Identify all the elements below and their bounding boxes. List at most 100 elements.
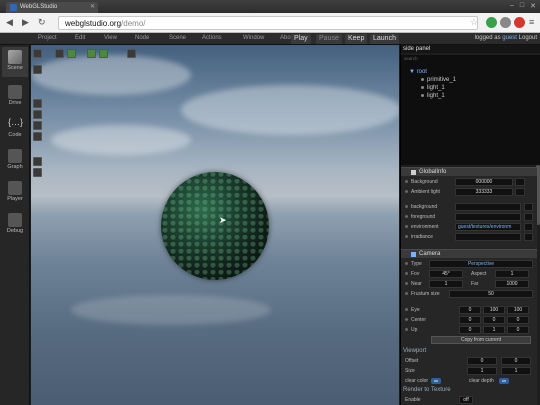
menu-item-view[interactable]: View: [104, 35, 135, 41]
tree-node[interactable]: light_1: [421, 93, 445, 99]
offset-x-field[interactable]: 0: [467, 357, 497, 365]
up-y-field[interactable]: 1: [483, 326, 505, 334]
scale-icon[interactable]: [33, 121, 42, 130]
url-field[interactable]: webglstudio.org/demo/: [58, 16, 478, 30]
menu-item-project[interactable]: Project: [38, 35, 75, 41]
tools-icon[interactable]: [33, 157, 42, 166]
ambient-color-field[interactable]: 333333: [455, 188, 513, 196]
section-globalinfo[interactable]: GlobalInfo: [401, 167, 537, 176]
camera-type-select[interactable]: Perspective: [429, 260, 533, 268]
color-picker-icon[interactable]: [515, 188, 525, 196]
color-picker-icon[interactable]: [515, 178, 525, 186]
clear-depth-toggle[interactable]: on: [499, 378, 509, 384]
sky-cloud: [181, 85, 399, 135]
adblock-icon[interactable]: [514, 17, 525, 28]
prop-dot-icon: [405, 292, 408, 295]
scene-viewport[interactable]: ➤: [31, 45, 399, 405]
user-name[interactable]: guest: [502, 35, 517, 41]
up-x-field[interactable]: 0: [459, 326, 481, 334]
leftbar-item-debug[interactable]: Debug: [2, 213, 28, 239]
player-icon: [8, 181, 22, 195]
chrome-menu-icon[interactable]: ≡: [529, 17, 534, 27]
fov-field[interactable]: 45°: [429, 270, 463, 278]
menu-item-actions[interactable]: Actions: [202, 35, 243, 41]
leftbar-item-graph[interactable]: Graph: [2, 149, 28, 175]
edit-icon[interactable]: [127, 49, 136, 58]
section-camera[interactable]: Camera: [401, 249, 537, 258]
menu-item-node[interactable]: Node: [135, 35, 169, 41]
extension-gray-icon[interactable]: [500, 17, 511, 28]
eye-x-field[interactable]: 0: [459, 306, 481, 314]
clear-color-toggle[interactable]: on: [431, 378, 441, 384]
extension-green-icon[interactable]: [486, 17, 497, 28]
leftbar-label: Graph: [7, 164, 23, 170]
paint-icon[interactable]: [33, 168, 42, 177]
far-field[interactable]: 1000: [495, 280, 529, 288]
bookmark-star-icon[interactable]: ☆: [470, 17, 478, 28]
center-y-field[interactable]: 0: [483, 316, 505, 324]
tree-node[interactable]: light_1: [421, 85, 445, 91]
move-mode-icon[interactable]: [87, 49, 96, 58]
logout-link[interactable]: Logout: [519, 35, 537, 41]
leftbar-item-scene[interactable]: Scene: [2, 47, 28, 77]
browse-button[interactable]: [524, 213, 533, 221]
leftbar-item-drive[interactable]: Drive: [2, 85, 28, 111]
leftbar-item-player[interactable]: Player: [2, 181, 28, 207]
browse-button[interactable]: [524, 223, 533, 231]
tab-close-icon[interactable]: ✕: [90, 3, 95, 10]
offset-y-field[interactable]: 0: [501, 357, 531, 365]
eye-z-field[interactable]: 100: [507, 306, 529, 314]
snap-icon[interactable]: [33, 132, 42, 141]
eye-y-field[interactable]: 100: [483, 306, 505, 314]
back-icon[interactable]: ◀: [6, 17, 13, 28]
record-icon[interactable]: [33, 49, 42, 58]
browse-button[interactable]: [524, 203, 533, 211]
browse-button[interactable]: [524, 233, 533, 241]
center-z-field[interactable]: 0: [507, 316, 529, 324]
prop-label: irradiance: [411, 234, 433, 240]
browser-tab[interactable]: WebGLStudio ✕: [6, 2, 98, 13]
texture-field[interactable]: [455, 203, 521, 211]
rotate-icon[interactable]: [33, 110, 42, 119]
size-y-field[interactable]: 1: [501, 367, 531, 375]
keep-button[interactable]: Keep: [345, 34, 368, 44]
size-x-field[interactable]: 1: [467, 367, 497, 375]
near-field[interactable]: 1: [429, 280, 463, 288]
prop-dot-icon: [405, 225, 408, 228]
prop-dot-icon: [405, 318, 408, 321]
cube-icon: [8, 50, 22, 64]
forward-icon[interactable]: ▶: [22, 17, 29, 28]
texture-field[interactable]: [455, 233, 521, 241]
background-color-field[interactable]: 000000: [455, 178, 513, 186]
rtt-enable-toggle[interactable]: off: [459, 396, 473, 404]
select-mode-icon[interactable]: [67, 49, 76, 58]
minimize-icon[interactable]: –: [510, 2, 514, 10]
camera-icon[interactable]: [55, 49, 64, 58]
up-z-field[interactable]: 0: [507, 326, 529, 334]
tree-node[interactable]: primitive_1: [421, 77, 456, 83]
menu-item-window[interactable]: Window: [243, 35, 280, 41]
tree-search[interactable]: search: [401, 55, 540, 62]
frustum-size-field[interactable]: 50: [449, 290, 533, 298]
close-window-icon[interactable]: ✕: [530, 2, 536, 10]
copy-from-current-button[interactable]: Copy from current: [431, 336, 531, 344]
rotate-mode-icon[interactable]: [99, 49, 108, 58]
aspect-field[interactable]: 1: [495, 270, 529, 278]
texture-field[interactable]: [455, 213, 521, 221]
play-button[interactable]: Play: [291, 34, 311, 44]
reload-icon[interactable]: ↻: [38, 17, 46, 28]
wrench-icon[interactable]: [33, 65, 42, 74]
pause-button[interactable]: Pause: [316, 34, 342, 44]
launch-button[interactable]: Launch: [370, 34, 399, 44]
leftbar-item-code[interactable]: {…} Code: [2, 117, 28, 143]
prop-label: Offset: [405, 358, 419, 364]
environment-texture-field[interactable]: guest/textures/environm: [455, 223, 521, 231]
maximize-icon[interactable]: □: [520, 2, 524, 10]
menu-item-edit[interactable]: Edit: [75, 35, 104, 41]
hierarchy-icon[interactable]: [33, 99, 42, 108]
menu-item-scene[interactable]: Scene: [169, 35, 202, 41]
tree-node-root[interactable]: ▼ root: [409, 69, 427, 75]
scaled-sphere[interactable]: [161, 172, 269, 280]
prop-offset: Offset 0 0: [403, 357, 535, 365]
center-x-field[interactable]: 0: [459, 316, 481, 324]
